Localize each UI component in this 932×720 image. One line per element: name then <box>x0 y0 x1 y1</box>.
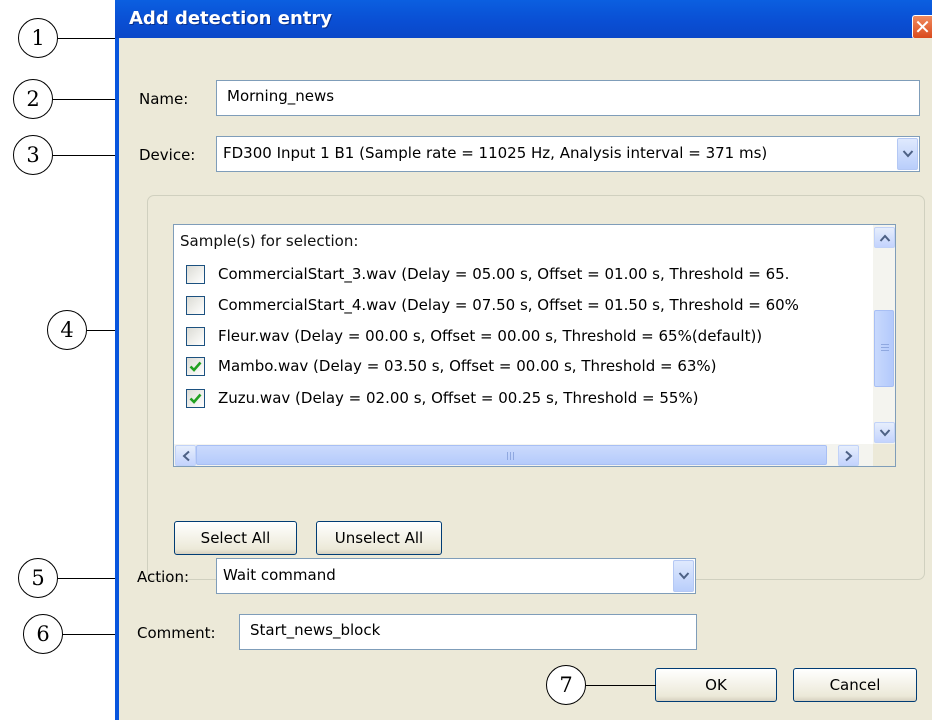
chevron-down-icon <box>879 428 890 436</box>
callout-7-leader <box>586 685 656 686</box>
name-field[interactable]: Morning_news <box>216 80 920 116</box>
vertical-scrollbar[interactable] <box>873 225 895 445</box>
chevron-up-icon <box>879 234 890 242</box>
device-dropdown-button[interactable] <box>897 138 918 170</box>
checked-checkbox[interactable] <box>186 357 205 376</box>
horizontal-scroll-thumb[interactable] <box>196 445 827 465</box>
name-label: Name: <box>139 90 189 108</box>
title-bar[interactable]: Add detection entry ✕ <box>115 0 932 39</box>
chevron-down-icon <box>678 572 689 580</box>
scroll-down-button[interactable] <box>874 422 895 443</box>
callout-6: 6 <box>23 614 63 654</box>
select-all-label: Select All <box>200 529 271 547</box>
name-value: Morning_news <box>227 87 335 105</box>
cancel-button[interactable]: Cancel <box>793 668 917 702</box>
samples-list[interactable]: Sample(s) for selection: CommercialStart… <box>173 224 896 467</box>
callout-4: 4 <box>47 310 87 350</box>
grip-icon <box>507 452 516 460</box>
comment-value: Start_news_block <box>250 621 381 639</box>
sample-label: Fleur.wav (Delay = 00.00 s, Offset = 00.… <box>218 327 763 345</box>
dialog-body: Name: Morning_news Device: FD300 Input 1… <box>119 38 932 720</box>
unchecked-checkbox[interactable] <box>186 327 205 346</box>
sample-label: CommercialStart_3.wav (Delay = 05.00 s, … <box>218 265 790 283</box>
samples-group: Sample(s) for selection: CommercialStart… <box>147 195 925 580</box>
close-icon: ✕ <box>914 15 931 39</box>
sample-label: Zuzu.wav (Delay = 02.00 s, Offset = 00.2… <box>218 389 699 407</box>
scrollbar-corner <box>873 444 895 466</box>
device-value: FD300 Input 1 B1 (Sample rate = 11025 Hz… <box>223 144 768 162</box>
callout-1: 1 <box>18 18 58 58</box>
comment-label: Comment: <box>137 624 216 642</box>
samples-list-header: Sample(s) for selection: <box>180 232 359 250</box>
vertical-scroll-thumb[interactable] <box>874 310 894 387</box>
comment-field[interactable]: Start_news_block <box>239 614 697 650</box>
scroll-right-button[interactable] <box>838 445 859 466</box>
scroll-left-button[interactable] <box>175 445 196 466</box>
action-value: Wait command <box>223 566 336 584</box>
unchecked-checkbox[interactable] <box>186 296 205 315</box>
action-label: Action: <box>137 568 190 586</box>
checkmark-icon <box>189 393 202 404</box>
device-select[interactable]: FD300 Input 1 B1 (Sample rate = 11025 Hz… <box>216 136 920 172</box>
scroll-up-button[interactable] <box>874 227 895 248</box>
ok-button[interactable]: OK <box>655 668 777 702</box>
callout-3: 3 <box>13 135 53 175</box>
action-select[interactable]: Wait command <box>216 558 696 594</box>
chevron-down-icon <box>902 150 913 158</box>
callout-2: 2 <box>13 79 53 119</box>
grip-icon <box>881 344 889 353</box>
sample-label: Mambo.wav (Delay = 03.50 s, Offset = 00.… <box>218 357 717 375</box>
dialog-title: Add detection entry <box>129 8 333 29</box>
close-button[interactable]: ✕ <box>912 15 932 39</box>
device-label: Device: <box>139 146 196 164</box>
chevron-right-icon <box>844 450 852 461</box>
unselect-all-button[interactable]: Unselect All <box>316 521 442 555</box>
action-dropdown-button[interactable] <box>673 560 694 592</box>
checked-checkbox[interactable] <box>186 389 205 408</box>
checkmark-icon <box>189 361 202 372</box>
chevron-left-icon <box>182 450 190 461</box>
sample-label: CommercialStart_4.wav (Delay = 07.50 s, … <box>218 296 799 314</box>
horizontal-scrollbar[interactable] <box>174 444 873 466</box>
unselect-all-label: Unselect All <box>334 529 424 547</box>
add-detection-entry-dialog: Add detection entry ✕ Name: Morning_news… <box>115 0 932 720</box>
ok-label: OK <box>705 676 727 694</box>
callout-5: 5 <box>18 558 58 598</box>
cancel-label: Cancel <box>829 676 881 694</box>
unchecked-checkbox[interactable] <box>186 265 205 284</box>
callout-7: 7 <box>546 665 586 705</box>
select-all-button[interactable]: Select All <box>174 521 297 555</box>
